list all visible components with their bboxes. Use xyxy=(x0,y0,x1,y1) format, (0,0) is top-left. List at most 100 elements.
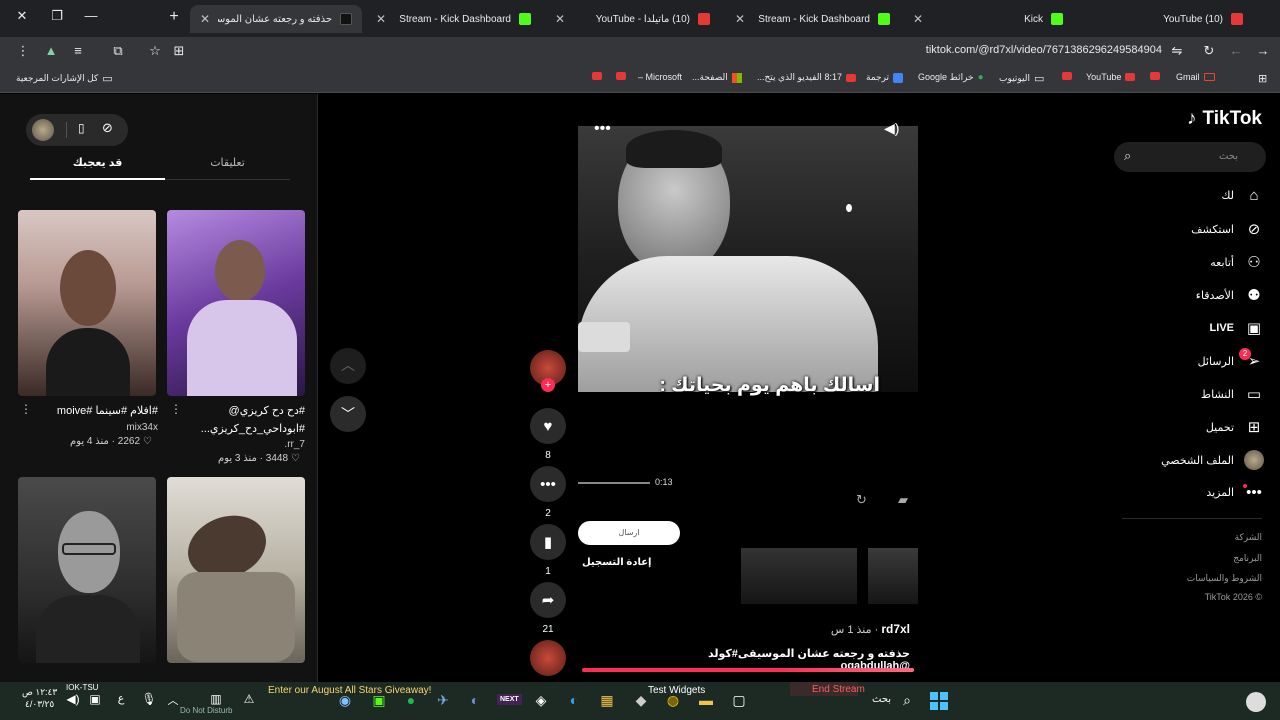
bookmark-arabic-youtube[interactable]: ▭ اليوتيوب xyxy=(999,72,1044,85)
reading-list-icon[interactable]: ≡ xyxy=(69,43,87,58)
site-settings-icon[interactable]: ⇋ xyxy=(1168,43,1186,59)
send-button[interactable]: ارسال xyxy=(578,521,680,545)
bookmark-star-icon[interactable]: ☆ xyxy=(146,43,164,59)
search-icon[interactable]: ⌕ xyxy=(898,692,916,709)
author-name[interactable]: rd7xl xyxy=(881,622,910,636)
share-action[interactable]: ➦ 21 xyxy=(530,582,566,635)
sound-disc-icon[interactable] xyxy=(530,640,566,676)
nav-friends[interactable]: ⚉ الأصدقاء xyxy=(1196,286,1264,304)
app-icon[interactable]: ✈ xyxy=(434,692,452,709)
nav-live[interactable]: ▣ LIVE xyxy=(1210,319,1264,337)
bookmark-youtube[interactable]: YouTube xyxy=(1086,72,1136,82)
language-indicator[interactable]: ع xyxy=(112,692,130,705)
close-tab-icon[interactable]: ✕ xyxy=(200,12,210,26)
comment-bubble-icon[interactable]: ▰ xyxy=(898,492,908,508)
bookmark-youtube-4[interactable] xyxy=(1150,72,1160,80)
like-action[interactable]: ♥ 8 xyxy=(530,408,566,461)
chrome-icon[interactable]: ◍ xyxy=(664,692,682,709)
footer-terms[interactable]: الشروط والسياسات xyxy=(1187,573,1262,584)
next-video-button[interactable]: ﹀ xyxy=(330,396,366,432)
reload-icon[interactable]: ↻ xyxy=(1200,43,1218,59)
nav-profile[interactable]: الملف الشخصي xyxy=(1161,450,1264,470)
comment-action[interactable]: ••• 2 xyxy=(530,466,566,519)
spotify-icon[interactable]: ● xyxy=(402,692,420,708)
video-card[interactable] xyxy=(167,210,305,396)
weather-widget-icon[interactable] xyxy=(1246,692,1266,712)
file-explorer-icon[interactable]: ▬ xyxy=(697,692,715,708)
tab-kick[interactable]: Kick ✕ xyxy=(903,5,1073,33)
video-card[interactable] xyxy=(18,477,156,663)
restore-window-icon[interactable]: ❐ xyxy=(47,8,67,24)
tab-comments[interactable]: تعليقات xyxy=(165,156,290,180)
nav-explore[interactable]: ⊘ استكشف xyxy=(1191,220,1264,238)
video-card[interactable] xyxy=(167,477,305,663)
nav-activity[interactable]: ▭ النشاط xyxy=(1201,385,1264,403)
network-icon[interactable]: ▣ xyxy=(86,692,104,706)
share-arrow-icon[interactable]: ➦ xyxy=(530,582,566,618)
search-box[interactable]: ⌕ بحث xyxy=(1114,142,1266,172)
tiktok-logo[interactable]: ♪ TikTok xyxy=(1187,108,1262,130)
windows-start-icon[interactable] xyxy=(930,692,948,710)
bookmark-gmail[interactable]: Gmail xyxy=(1176,72,1215,82)
alert-icon[interactable]: ⚠ xyxy=(240,692,258,706)
microphone-icon[interactable]: 🎙 xyxy=(140,692,158,706)
forward-icon[interactable]: ← xyxy=(1227,43,1245,58)
bookmark-video[interactable]: 8:17 الفيديو الذي يتح... xyxy=(757,72,856,83)
bookmark-microsoft[interactable]: Microsoft – xyxy=(638,72,682,82)
obs-icon[interactable]: ▣ xyxy=(370,692,388,709)
video-player[interactable] xyxy=(578,126,918,392)
new-tab-icon[interactable]: + xyxy=(164,8,184,26)
translate-icon[interactable]: ⊞ xyxy=(170,43,188,59)
apps-grid-icon[interactable]: ⊞ xyxy=(1258,72,1267,85)
card-more-icon[interactable]: ⋮ xyxy=(20,402,32,416)
tab-you-may-like[interactable]: قد يعجبك xyxy=(30,156,165,180)
heart-icon[interactable]: ♥ xyxy=(530,408,566,444)
extensions-puzzle-icon[interactable]: ⧉ xyxy=(109,43,127,59)
tray-arrow-icon[interactable]: ︿ xyxy=(164,692,182,708)
nav-following[interactable]: ⚇ أتابعه xyxy=(1210,253,1264,271)
bookmark-youtube-1[interactable] xyxy=(592,72,602,80)
nav-upload[interactable]: ⊞ تحميل xyxy=(1206,418,1264,436)
volume-icon[interactable]: ◀) xyxy=(884,120,899,137)
search-input[interactable]: بحث xyxy=(1219,151,1238,162)
extension-icon[interactable]: ▲ xyxy=(42,43,60,58)
preview-thumbnail[interactable] xyxy=(868,548,918,604)
comment-icon[interactable]: ••• xyxy=(530,466,566,502)
bookmark-translate[interactable]: ترجمة xyxy=(866,72,904,83)
progress-bar[interactable] xyxy=(578,482,650,484)
bookmark-maps[interactable]: ● خرائط Google xyxy=(918,72,984,83)
preview-thumbnail[interactable] xyxy=(741,548,857,604)
taskbar-clock[interactable]: ١٢:٤٣ ص ٤/٠٣/٢٥ xyxy=(22,686,57,710)
speaker-icon[interactable]: ◀) xyxy=(64,692,82,706)
video-more-icon[interactable]: ••• xyxy=(594,120,611,138)
edge-icon[interactable]: ◐ xyxy=(565,692,583,708)
avatar[interactable] xyxy=(32,119,54,141)
device-icon[interactable]: ▯ xyxy=(78,121,85,135)
tab-kick-dashboard-1[interactable]: Stream - Kick Dashboard ✕ xyxy=(366,5,541,33)
close-tab-icon[interactable]: ✕ xyxy=(913,12,923,26)
compass-icon[interactable]: ⊘ xyxy=(102,120,113,136)
close-tab-icon[interactable]: ✕ xyxy=(376,12,386,26)
save-action[interactable]: ▮ 1 xyxy=(530,524,566,577)
all-bookmarks[interactable]: ▭ كل الإشارات المرجعية xyxy=(16,72,113,85)
menu-kebab-icon[interactable]: ⋮ xyxy=(14,43,32,59)
nav-more[interactable]: ••• المزيد xyxy=(1206,484,1264,501)
store-icon[interactable]: ▦ xyxy=(598,692,616,709)
footer-program[interactable]: البرنامج xyxy=(1233,553,1262,564)
card-author[interactable]: mix34x xyxy=(18,422,158,433)
footer-company[interactable]: الشركة xyxy=(1235,532,1262,543)
app-white-icon[interactable]: ▢ xyxy=(730,692,748,709)
end-stream-button[interactable]: End Stream xyxy=(812,684,865,695)
previous-video-button[interactable]: ︿ xyxy=(330,348,366,384)
bookmark-icon[interactable]: ▮ xyxy=(530,524,566,560)
tab-kick-dashboard-2[interactable]: Stream - Kick Dashboard ✕ xyxy=(725,5,900,33)
close-window-icon[interactable]: ✕ xyxy=(12,8,32,24)
app-dark-icon[interactable]: ◈ xyxy=(532,692,550,709)
taskbar-search-label[interactable]: بحث xyxy=(872,694,891,705)
close-tab-icon[interactable]: ✕ xyxy=(735,12,745,26)
nav-messages[interactable]: ➢ الرسائل xyxy=(1198,352,1264,370)
steam-icon[interactable]: ◉ xyxy=(336,692,354,709)
video-card[interactable] xyxy=(18,210,156,396)
replay-recording-label[interactable]: إعادة التسجيل xyxy=(582,557,651,568)
card-author[interactable]: rr_7. xyxy=(160,439,305,450)
